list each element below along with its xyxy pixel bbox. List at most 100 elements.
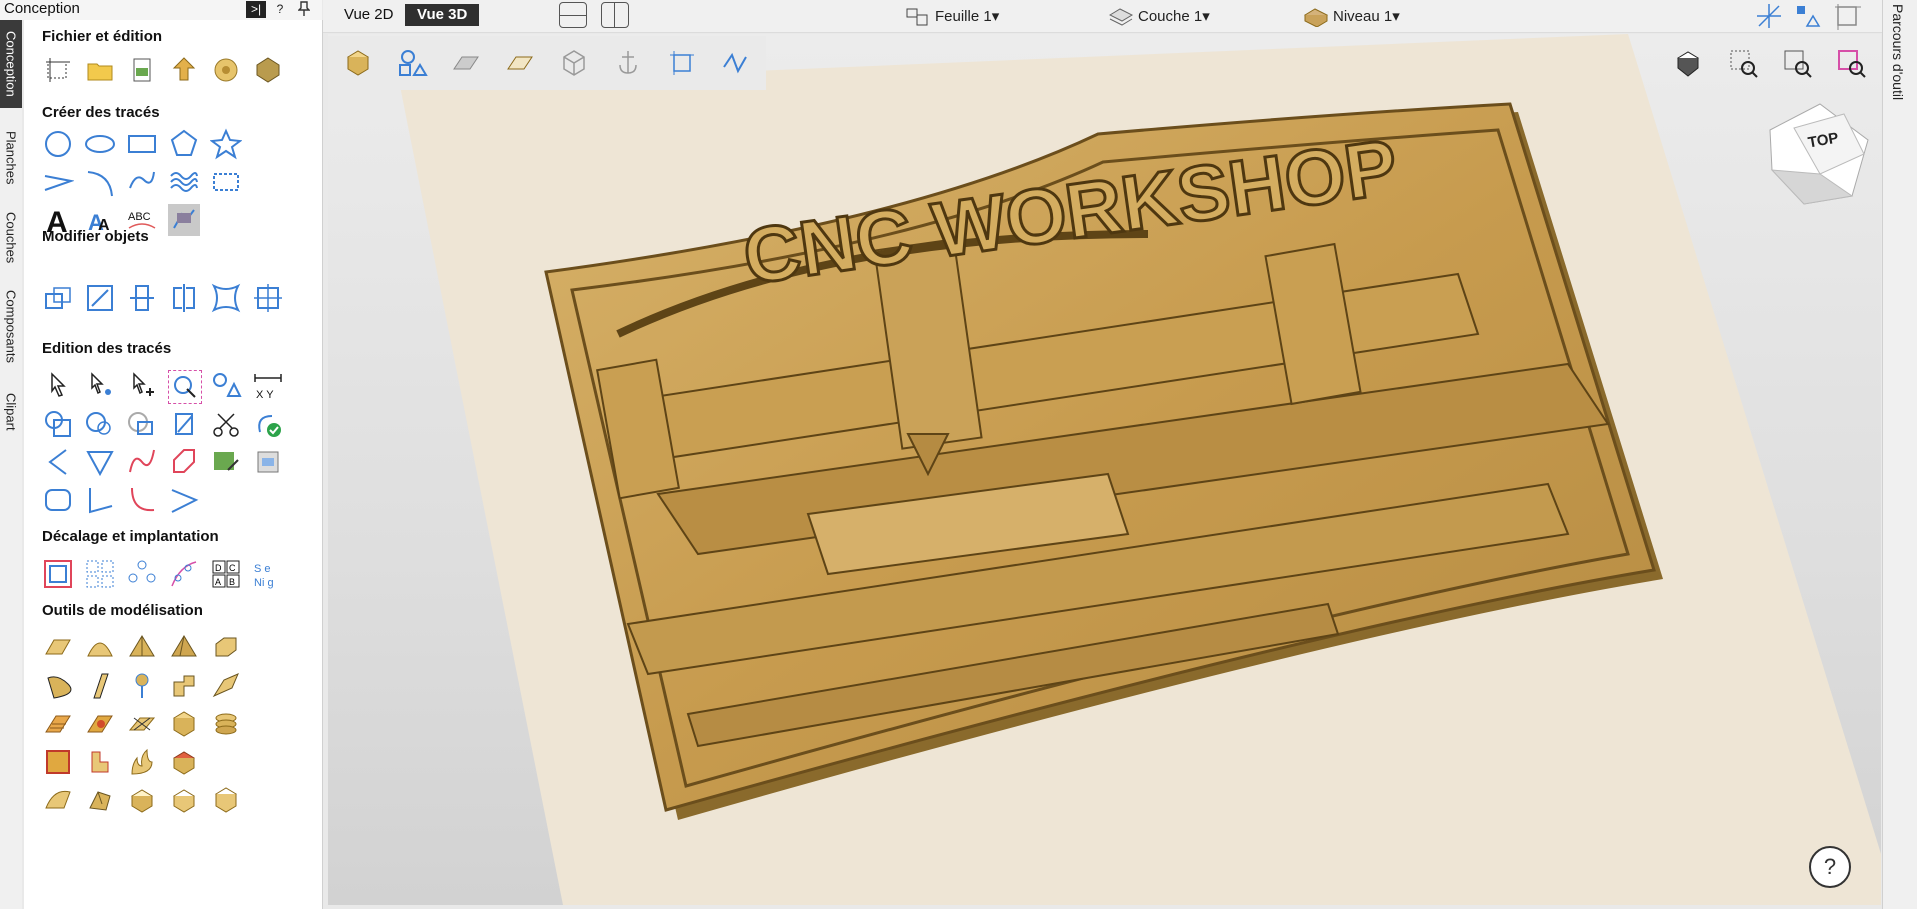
split-vertical-icon[interactable]	[601, 2, 629, 28]
subtract-icon[interactable]	[84, 408, 116, 440]
dome-icon[interactable]	[84, 632, 116, 664]
slice-icon[interactable]	[168, 784, 200, 816]
tab-vue-3d[interactable]: Vue 3D	[405, 4, 480, 26]
rectangle-icon[interactable]	[126, 128, 158, 160]
bitmap-trace-icon[interactable]	[252, 446, 284, 478]
sculpt-icon[interactable]	[210, 670, 242, 702]
two-rail-icon[interactable]	[42, 670, 74, 702]
weld-icon[interactable]	[42, 408, 74, 440]
mirror-icon[interactable]	[168, 282, 200, 314]
align-objects-icon[interactable]	[126, 282, 158, 314]
arc-icon[interactable]	[84, 166, 116, 198]
tab-clipart[interactable]: Clipart	[0, 382, 22, 442]
join-vectors-icon[interactable]	[252, 408, 284, 440]
wave-icon[interactable]	[168, 166, 200, 198]
origin-icon[interactable]	[666, 47, 698, 79]
snap-grid-icon[interactable]	[1793, 2, 1821, 30]
fillet-icon[interactable]	[168, 408, 200, 440]
nesting-icon[interactable]: DCAB	[210, 558, 242, 590]
pin-panel-button[interactable]: >|	[246, 1, 266, 18]
job-setup-icon[interactable]	[42, 54, 74, 86]
zoom-extents-icon[interactable]	[1836, 48, 1868, 80]
transform-icon[interactable]	[252, 282, 284, 314]
fade-icon[interactable]	[126, 784, 158, 816]
texture-icon[interactable]	[42, 708, 74, 740]
vectors-view-icon[interactable]	[396, 47, 428, 79]
intersect-icon[interactable]	[126, 408, 158, 440]
measure-xy-icon[interactable]: X Y	[252, 370, 284, 402]
circle-icon[interactable]	[42, 128, 74, 160]
open-file-icon[interactable]	[84, 54, 116, 86]
array-copy-icon[interactable]	[84, 558, 116, 590]
select-arrow-icon[interactable]	[42, 370, 74, 402]
close-vector-icon[interactable]	[168, 484, 200, 516]
scale-objects-icon[interactable]	[84, 282, 116, 314]
offset-icon[interactable]	[42, 558, 74, 590]
layer-dropdown[interactable]: Couche 1 ▾	[1108, 4, 1210, 28]
circular-array-icon[interactable]	[126, 558, 158, 590]
snap-icon[interactable]	[1755, 2, 1783, 30]
move-objects-icon[interactable]	[42, 282, 74, 314]
polygon-icon[interactable]	[168, 128, 200, 160]
level-dropdown[interactable]: Niveau 1 ▾	[1303, 4, 1400, 28]
image-edit-icon[interactable]	[210, 446, 242, 478]
toolpath-icon[interactable]	[720, 47, 752, 79]
ellipse-icon[interactable]	[84, 128, 116, 160]
import-component-icon[interactable]	[210, 54, 242, 86]
split-relief-icon[interactable]	[84, 746, 116, 778]
pin-icon[interactable]	[296, 1, 312, 18]
chevron-left-icon[interactable]	[42, 446, 74, 478]
flat-shape-icon[interactable]	[42, 632, 74, 664]
sheet-dropdown[interactable]: Feuille 1 ▾	[905, 4, 999, 28]
frame-icon[interactable]	[210, 166, 242, 198]
toolpaths-tab[interactable]: Parcours d'outil	[1882, 0, 1917, 909]
navigation-cube[interactable]: TOP	[1760, 100, 1876, 216]
zoom-in-icon[interactable]	[1782, 48, 1814, 80]
tab-couches[interactable]: Couches	[0, 198, 22, 278]
pyramid-icon[interactable]	[126, 632, 158, 664]
anchor-icon[interactable]	[612, 47, 644, 79]
zoom-selection-icon[interactable]	[1728, 48, 1760, 80]
stack-icon[interactable]	[168, 708, 200, 740]
flames-icon[interactable]	[126, 746, 158, 778]
merge-relief-icon[interactable]	[168, 746, 200, 778]
rounded-rect-icon[interactable]	[42, 484, 74, 516]
bitmap-view-icon[interactable]	[450, 47, 482, 79]
view-cube-icon[interactable]	[1672, 48, 1704, 80]
import-vectors-icon[interactable]	[126, 54, 158, 86]
text-nesting-icon[interactable]: S e Ni g	[252, 558, 284, 590]
curve-icon[interactable]	[126, 166, 158, 198]
tab-conception[interactable]: Conception	[0, 20, 22, 108]
smooth-curve-icon[interactable]	[126, 446, 158, 478]
extrude-shape-icon[interactable]	[210, 632, 242, 664]
component-box-icon[interactable]	[42, 746, 74, 778]
bounding-box-icon[interactable]	[1833, 2, 1861, 30]
import-bitmap-icon[interactable]	[168, 54, 200, 86]
polyline-icon[interactable]	[42, 166, 74, 198]
tab-planches[interactable]: Planches	[0, 116, 22, 200]
cut-relief-icon[interactable]	[126, 708, 158, 740]
help-button[interactable]: ?	[272, 1, 288, 18]
scissors-icon[interactable]	[210, 408, 242, 440]
transform-select-icon[interactable]	[126, 370, 158, 402]
wireframe-icon[interactable]	[558, 47, 590, 79]
spin-icon[interactable]	[126, 670, 158, 702]
smooth-relief-icon[interactable]	[42, 784, 74, 816]
copy-along-vector-icon[interactable]	[168, 558, 200, 590]
triangle-down-icon[interactable]	[84, 446, 116, 478]
corner-line-icon[interactable]	[84, 484, 116, 516]
node-edit-icon[interactable]	[84, 370, 116, 402]
split-horizontal-icon[interactable]	[559, 2, 587, 28]
cube-icon[interactable]	[210, 784, 242, 816]
shaded-view-icon[interactable]	[342, 47, 374, 79]
angled-shape-icon[interactable]	[168, 632, 200, 664]
star-icon[interactable]	[210, 128, 242, 160]
vectorize-bitmap-icon[interactable]	[168, 204, 200, 236]
plane-view-icon[interactable]	[504, 47, 536, 79]
create-relief-icon[interactable]	[84, 708, 116, 740]
tab-composants[interactable]: Composants	[0, 270, 22, 382]
coins-icon[interactable]	[210, 708, 242, 740]
3d-viewport[interactable]: CNC WORKSHOP	[328, 34, 1881, 905]
help-icon[interactable]: ?	[1809, 846, 1851, 888]
extrude-icon[interactable]	[84, 670, 116, 702]
